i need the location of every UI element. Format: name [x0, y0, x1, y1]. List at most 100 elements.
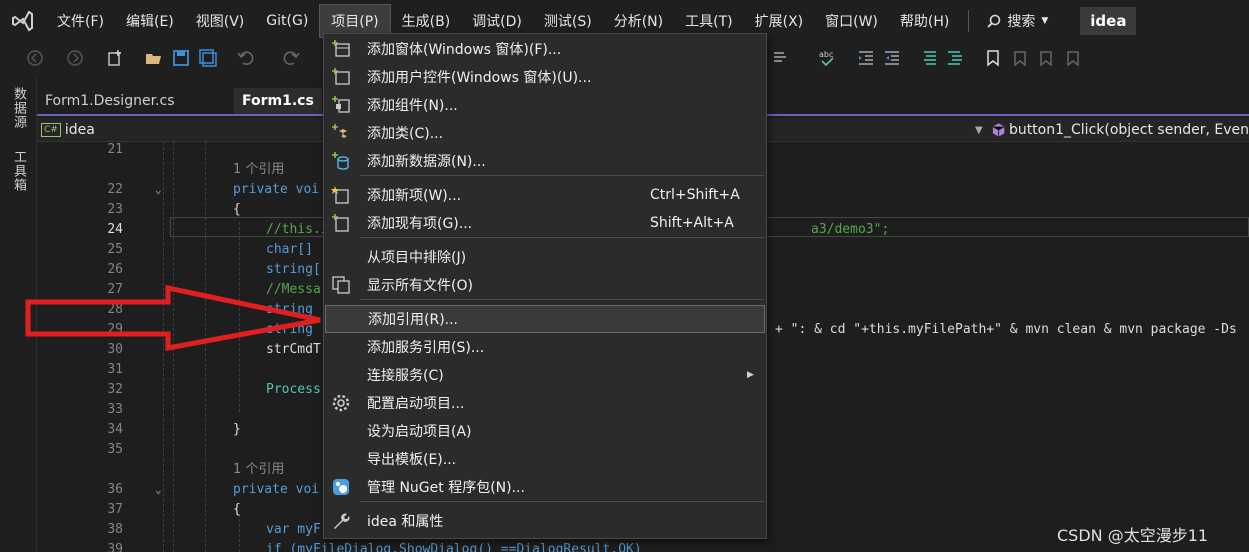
project-menu-item-3[interactable]: 添加类(C)...	[325, 119, 765, 147]
project-name: idea	[64, 122, 95, 138]
line-number: 38	[107, 522, 123, 537]
member-dropdown[interactable]: ▼ button1_Click(object sender, Even	[975, 118, 1249, 142]
indent-icon[interactable]	[883, 49, 901, 67]
project-menu-item-10[interactable]: 添加服务引用(S)...	[325, 333, 765, 361]
code-text: private voi	[233, 482, 320, 497]
code-text: //this.i	[266, 222, 329, 237]
tab-form1-designer[interactable]: Form1.Designer.cs	[37, 88, 183, 114]
menu-item-11[interactable]: 窗口(W)	[814, 4, 889, 38]
project-menu-item-6[interactable]: 添加现有项(G)... Shift+Alt+A	[325, 209, 765, 237]
outdent-icon[interactable]	[857, 49, 875, 67]
project-menu-item-4[interactable]: 添加新数据源(N)...	[325, 147, 765, 175]
menu-separator	[360, 299, 764, 300]
comment-icon[interactable]	[772, 49, 790, 67]
project-menu-item-2[interactable]: 添加组件(N)...	[325, 91, 765, 119]
menu-item-label: 添加现有项(G)...	[367, 216, 473, 232]
save-icon[interactable]	[172, 49, 190, 67]
line-number: 31	[107, 362, 123, 377]
project-menu-item-0[interactable]: 添加窗体(Windows 窗体)(F)...	[325, 35, 765, 63]
menu-separator	[360, 501, 764, 502]
menu-item-label: 显示所有文件(O)	[367, 278, 473, 294]
csdn-watermark: CSDN @太空漫步11	[1057, 526, 1209, 545]
code-text: {	[233, 202, 241, 217]
add-new-item-icon	[331, 186, 349, 204]
fold-chevron-icon[interactable]: ⌄	[155, 480, 162, 500]
line-number: 25	[107, 242, 123, 257]
project-menu-item-7[interactable]: 从项目中排除(J)	[325, 243, 765, 271]
line-number: 39	[107, 542, 123, 552]
code-text: string[	[266, 262, 321, 277]
new-project-icon[interactable]	[106, 49, 124, 67]
line-number: 26	[107, 262, 123, 277]
line-number: 21	[107, 142, 123, 157]
clear-bookmarks-icon[interactable]	[1064, 49, 1082, 67]
fold-chevron-icon[interactable]: ⌄	[155, 180, 162, 200]
menu-item-label: idea 和属性	[367, 514, 444, 530]
menu-item-1[interactable]: 编辑(E)	[115, 4, 185, 38]
project-menu-item-13[interactable]: 设为启动项目(A)	[325, 417, 765, 445]
project-menu-dropdown: 添加窗体(Windows 窗体)(F)... 添加用户控件(Windows 窗体)…	[323, 33, 767, 539]
undo-icon[interactable]	[237, 49, 255, 67]
project-menu-item-1[interactable]: 添加用户控件(Windows 窗体)(U)...	[325, 63, 765, 91]
line-number: 22	[107, 182, 123, 197]
tab-form1-cs[interactable]: Form1.cs	[234, 88, 322, 114]
line-number: 36	[107, 482, 123, 497]
add-component-icon	[332, 96, 350, 113]
line-number: 32	[107, 382, 123, 397]
project-menu-item-16[interactable]: idea 和属性	[325, 507, 765, 535]
menu-item-label: 从项目中排除(J)	[367, 250, 467, 266]
uncomment-icon[interactable]	[946, 49, 964, 67]
redo-icon[interactable]	[282, 49, 300, 67]
project-dropdown[interactable]: C# idea	[41, 120, 95, 140]
svg-text:abc: abc	[819, 50, 833, 59]
menu-item-12[interactable]: 帮助(H)	[889, 4, 960, 38]
project-menu-item-15[interactable]: 管理 NuGet 程序包(N)...	[325, 473, 765, 501]
project-menu-item-8[interactable]: 显示所有文件(O)	[325, 271, 765, 299]
visual-studio-logo-icon[interactable]	[0, 0, 46, 41]
open-folder-icon[interactable]	[145, 49, 163, 67]
prev-bookmark-icon[interactable]	[1010, 49, 1028, 67]
csharp-project-icon: C#	[41, 123, 61, 137]
line-number: 24	[107, 222, 123, 237]
project-menu-item-11[interactable]: 连接服务(C) ▶	[325, 361, 765, 389]
menu-item-0[interactable]: 文件(F)	[46, 4, 115, 38]
menu-item-label: 添加新项(W)...	[367, 188, 462, 204]
line-number: 37	[107, 502, 123, 517]
line-number: 33	[107, 402, 123, 417]
code-text: }	[233, 422, 241, 437]
search-label: 搜索	[1007, 13, 1036, 30]
bookmark-icon[interactable]	[984, 49, 1002, 67]
project-menu-item-5[interactable]: 添加新项(W)... Ctrl+Shift+A	[325, 181, 765, 209]
menu-item-label: 导出模板(E)...	[367, 452, 457, 468]
menu-separator	[360, 237, 764, 238]
method-icon	[992, 123, 1005, 137]
back-icon[interactable]	[26, 49, 44, 67]
menu-item-3[interactable]: Git(G)	[255, 4, 319, 38]
menu-item-label: 添加组件(N)...	[367, 98, 458, 114]
solution-name[interactable]: idea	[1080, 6, 1137, 35]
spellcheck-icon[interactable]: abc	[818, 49, 836, 67]
menu-item-label: 添加引用(R)...	[368, 312, 459, 328]
code-text: {	[233, 502, 241, 517]
menu-item-shortcut: Ctrl+Shift+A	[650, 187, 740, 203]
format-icon[interactable]	[920, 49, 938, 67]
forward-icon[interactable]	[66, 49, 84, 67]
save-all-icon[interactable]	[199, 49, 217, 67]
menu-item-label: 添加窗体(Windows 窗体)(F)...	[367, 42, 562, 58]
menu-item-label: 管理 NuGet 程序包(N)...	[367, 480, 525, 496]
next-bookmark-icon[interactable]	[1037, 49, 1055, 67]
toolbox-tab[interactable]: 工具箱	[9, 150, 28, 192]
code-text: if (myFileDialog.ShowDialog() ==DialogRe…	[266, 542, 642, 552]
menu-item-2[interactable]: 视图(V)	[185, 4, 256, 38]
project-menu-item-9[interactable]: 添加引用(R)...	[325, 305, 765, 333]
add-usercontrol-icon	[332, 68, 350, 85]
code-text: 1 个引用	[233, 162, 285, 177]
menu-item-label: 添加新数据源(N)...	[367, 154, 486, 170]
data-sources-tab[interactable]: 数据源	[9, 87, 28, 129]
search-button[interactable]: 搜索 ▼	[977, 11, 1058, 31]
project-menu-item-14[interactable]: 导出模板(E)...	[325, 445, 765, 473]
line-number: 34	[107, 422, 123, 437]
nuget-icon	[333, 479, 349, 495]
code-text: var myF	[266, 522, 321, 537]
project-menu-item-12[interactable]: 配置启动项目...	[325, 389, 765, 417]
